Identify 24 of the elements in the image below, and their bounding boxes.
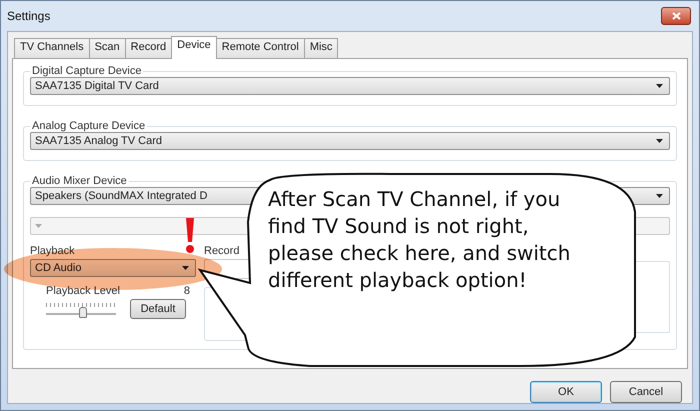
dialog-button[interactable]: OK (530, 381, 602, 403)
caret-icon (656, 84, 663, 88)
tab[interactable]: Remote Control (216, 38, 305, 58)
caret-icon (656, 139, 663, 143)
window-title: Settings (7, 9, 50, 23)
close-button[interactable] (661, 7, 691, 25)
tab[interactable]: TV Channels (14, 38, 90, 58)
dropdown[interactable]: SAA7135 Digital TV Card (30, 77, 670, 95)
level-value: 8 (184, 285, 190, 297)
tab[interactable]: Misc (304, 38, 338, 58)
caret-icon (656, 194, 663, 198)
group-title: Digital Capture Device (31, 65, 142, 77)
tab[interactable]: Record (124, 38, 172, 58)
tab[interactable]: Device (171, 36, 217, 59)
group-title: Audio Mixer Device (31, 175, 128, 187)
dropdown[interactable]: SAA7135 Analog TV Card (30, 132, 670, 150)
group-title: Analog Capture Device (31, 120, 146, 132)
exclamation-icon (184, 218, 196, 254)
caret-icon (35, 224, 42, 228)
tab[interactable]: Scan (88, 38, 126, 58)
field-label: Record (204, 245, 240, 257)
dialog-button[interactable]: Cancel (610, 381, 682, 403)
close-icon (672, 12, 680, 20)
default-button[interactable]: Default (130, 299, 186, 319)
